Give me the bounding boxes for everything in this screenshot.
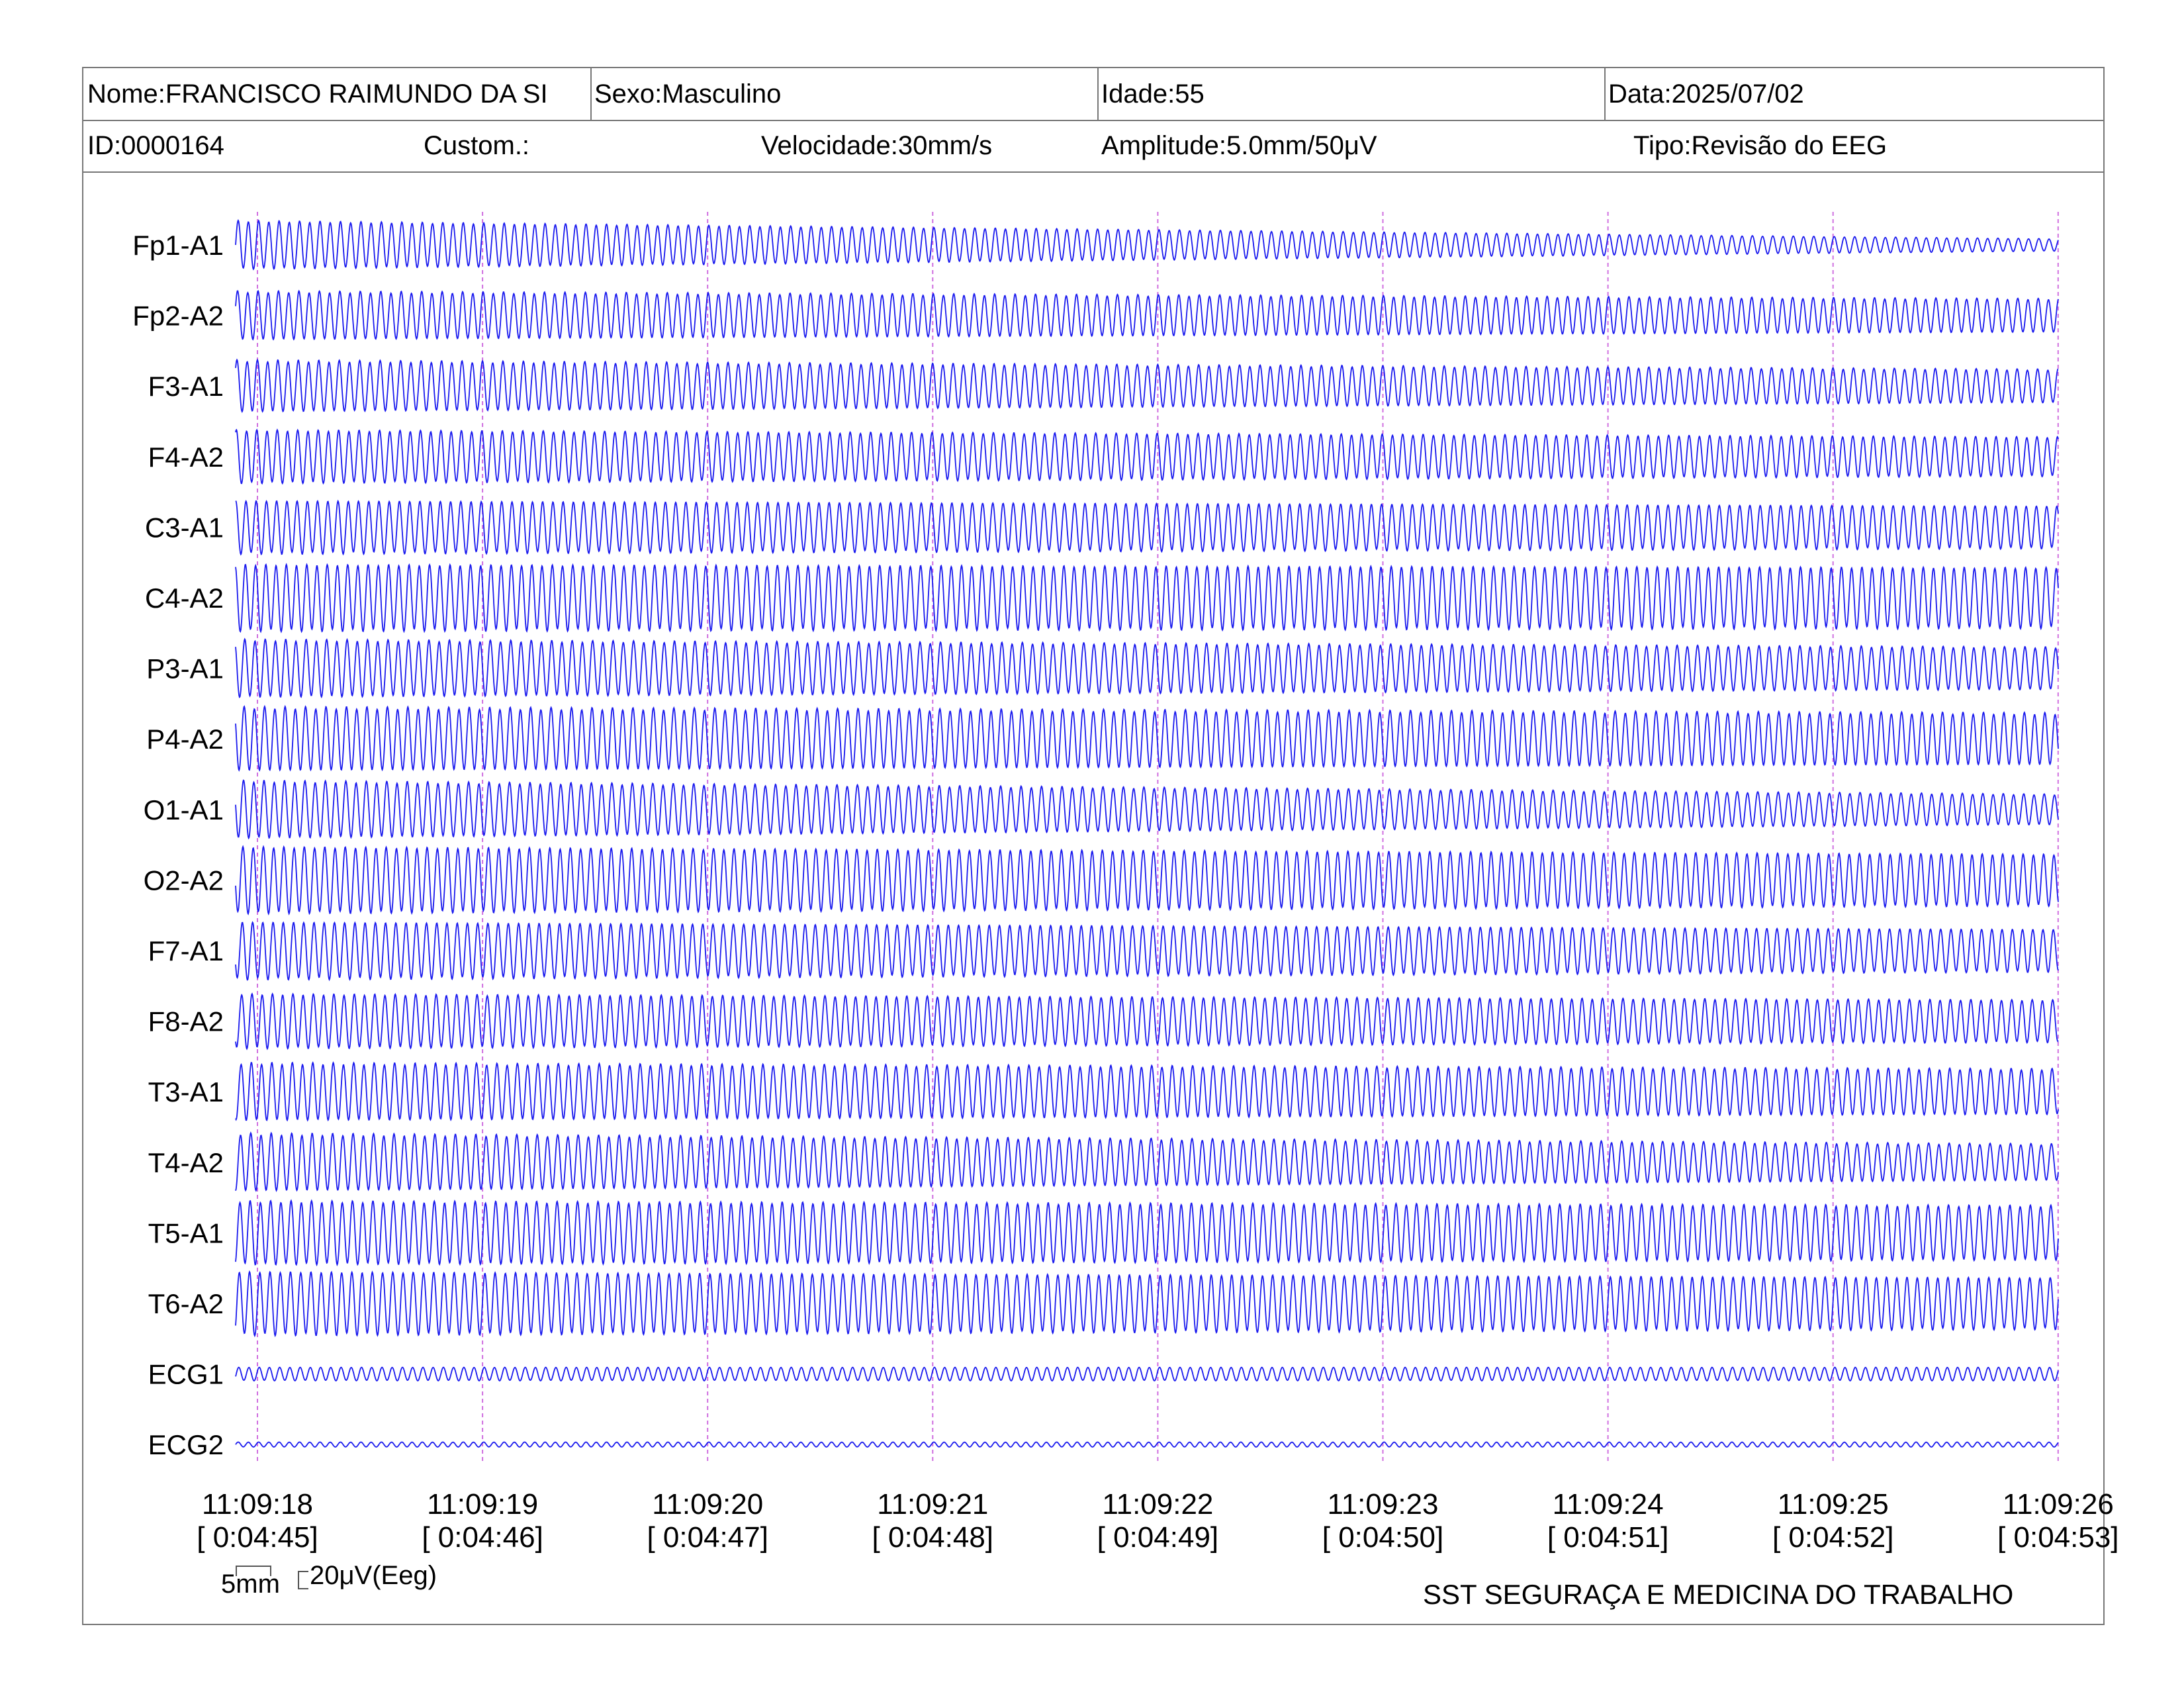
- amp-scale-label: 20μV(Eeg): [310, 1561, 437, 1590]
- channel-label: O1-A1: [144, 794, 224, 825]
- channel-trace: [235, 992, 2059, 1051]
- elapsed-tick-label: [ 0:04:46]: [422, 1521, 543, 1554]
- elapsed-tick-label: [ 0:04:49]: [1097, 1521, 1218, 1554]
- channel-label: T5-A1: [148, 1217, 224, 1248]
- channel-trace: [235, 1199, 2059, 1267]
- channel-label: T3-A1: [148, 1076, 224, 1107]
- elapsed-tick-label: [ 0:04:45]: [197, 1521, 318, 1554]
- channel-trace: [235, 704, 2059, 772]
- elapsed-tick-label: [ 0:04:52]: [1772, 1521, 1893, 1554]
- company-name: SST SEGURAÇA E MEDICINA DO TRABALHO: [1423, 1579, 2014, 1610]
- time-scale-label: 5mm: [221, 1570, 280, 1599]
- channel-label: P3-A1: [146, 653, 224, 684]
- channel-label: T4-A2: [148, 1147, 224, 1178]
- channel-label: P4-A2: [146, 724, 224, 755]
- channel-label: T6-A2: [148, 1288, 224, 1319]
- channel-label: F4-A2: [148, 442, 224, 473]
- channel-label: F8-A2: [148, 1006, 224, 1037]
- time-tick-label: 11:09:23: [1327, 1488, 1438, 1521]
- channel-label: Fp2-A2: [132, 301, 224, 332]
- channel-label: F7-A1: [148, 935, 224, 966]
- time-tick-label: 11:09:21: [877, 1488, 988, 1521]
- scale-bar: 5mm: [218, 1559, 318, 1599]
- channel-label: C3-A1: [145, 512, 224, 543]
- channel-trace: [235, 289, 2059, 341]
- channel-trace: [235, 358, 2059, 413]
- amp-scale-bracket: [298, 1571, 308, 1589]
- channel-trace: [235, 1270, 2059, 1338]
- time-tick-label: 11:09:19: [427, 1488, 538, 1521]
- channel-trace: [235, 499, 2059, 556]
- elapsed-tick-label: [ 0:04:51]: [1547, 1521, 1668, 1554]
- channel-label: ECG2: [148, 1429, 224, 1460]
- channel-trace: [235, 428, 2059, 485]
- channel-trace: [235, 637, 2059, 699]
- elapsed-tick-label: [ 0:04:47]: [647, 1521, 768, 1554]
- time-tick-label: 11:09:26: [2003, 1488, 2114, 1521]
- elapsed-tick-label: [ 0:04:50]: [1322, 1521, 1443, 1554]
- elapsed-tick-label: [ 0:04:53]: [1997, 1521, 2118, 1554]
- channel-trace: [235, 563, 2059, 633]
- elapsed-tick-label: [ 0:04:48]: [872, 1521, 993, 1554]
- channel-trace: [235, 1061, 2059, 1122]
- time-tick-label: 11:09:25: [1778, 1488, 1889, 1521]
- channel-label: C4-A2: [145, 583, 224, 614]
- time-tick-label: 11:09:20: [652, 1488, 763, 1521]
- channel-trace: [235, 779, 2059, 840]
- time-tick-label: 11:09:24: [1553, 1488, 1664, 1521]
- time-tick-label: 11:09:18: [202, 1488, 313, 1521]
- channel-trace: [235, 921, 2059, 982]
- time-tick-label: 11:09:22: [1102, 1488, 1213, 1521]
- eeg-chart: 11:09:18[ 0:04:45] 11:09:19[ 0:04:46] 11:0…: [132, 212, 2119, 1554]
- channel-trace: [235, 218, 2059, 271]
- channel-label: ECG1: [148, 1359, 224, 1390]
- channel-trace: [235, 1131, 2059, 1192]
- channel-label: F3-A1: [148, 371, 224, 402]
- channel-label: O2-A2: [144, 865, 224, 896]
- channel-trace: [235, 1441, 2059, 1448]
- channel-label: Fp1-A1: [132, 230, 224, 261]
- channel-trace: [235, 1366, 2059, 1382]
- channel-trace: [235, 845, 2059, 915]
